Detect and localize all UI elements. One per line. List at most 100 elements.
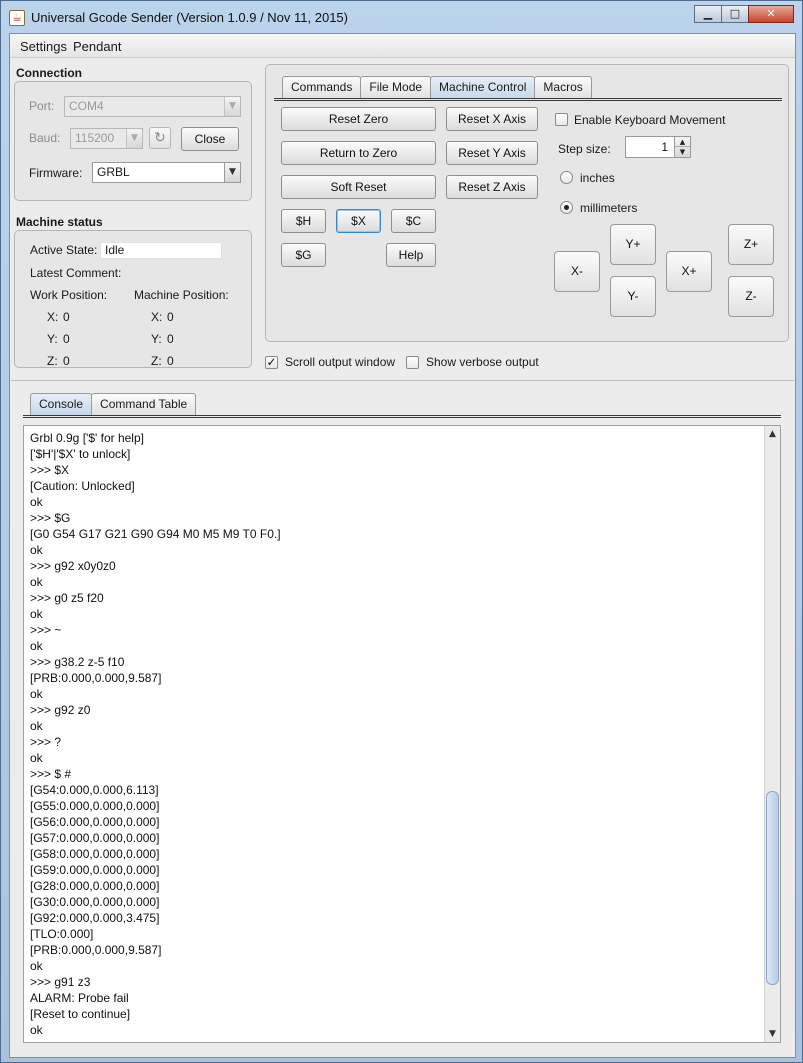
check-mode-button[interactable]: $C <box>391 209 436 233</box>
console-line: >>> ? <box>30 735 62 749</box>
scroll-up-icon[interactable]: ▲ <box>765 426 780 442</box>
machine-z-label: Z: <box>151 354 162 368</box>
active-state-label: Active State: <box>30 243 98 257</box>
menu-settings[interactable]: Settings <box>20 39 67 54</box>
enable-keyboard-checkbox[interactable] <box>555 113 568 126</box>
reset-y-axis-button[interactable]: Reset Y Axis <box>446 141 538 165</box>
unlock-command-button[interactable]: $X <box>336 209 381 233</box>
soft-reset-button[interactable]: Soft Reset <box>281 175 436 199</box>
enable-keyboard-label: Enable Keyboard Movement <box>574 113 726 127</box>
console-line: [PRB:0.000,0.000,9.587] <box>30 671 162 685</box>
machine-y-value: 0 <box>167 332 174 346</box>
reset-zero-button[interactable]: Reset Zero <box>281 107 436 131</box>
reset-z-axis-button[interactable]: Reset Z Axis <box>446 175 538 199</box>
step-size-spinner[interactable]: 1 ▲ ▼ <box>625 136 691 158</box>
machine-status-title: Machine status <box>16 215 103 229</box>
console-line: Grbl 0.9g ['$' for help] <box>30 431 144 445</box>
console-line: [TLO:0.000] <box>30 927 94 941</box>
scroll-down-icon[interactable]: ▼ <box>765 1026 780 1042</box>
window-title: Universal Gcode Sender (Version 1.0.9 / … <box>31 10 348 25</box>
console-line: >>> g0 z5 f20 <box>30 591 104 605</box>
active-state-value: Idle <box>100 242 222 259</box>
port-label: Port: <box>29 99 55 113</box>
menu-bar: Settings Pendant <box>10 34 795 58</box>
firmware-value: GRBL <box>97 165 130 179</box>
minimize-button[interactable]: ▁ <box>694 5 722 23</box>
latest-comment-label: Latest Comment: <box>30 266 122 280</box>
jog-z-plus-button[interactable]: Z+ <box>728 224 774 265</box>
work-position-label: Work Position: <box>30 288 108 302</box>
firmware-label: Firmware: <box>29 166 83 180</box>
help-button[interactable]: Help <box>386 243 436 267</box>
chevron-down-icon[interactable]: ▼ <box>675 147 690 157</box>
close-window-button[interactable]: ✕ <box>748 5 794 23</box>
console-line: [G30:0.000,0.000,0.000] <box>30 895 160 909</box>
chevron-down-icon: ▼ <box>224 163 240 182</box>
chevron-down-icon: ▼ <box>126 129 142 148</box>
console-line: [G28:0.000,0.000,0.000] <box>30 879 160 893</box>
refresh-ports-button[interactable]: ↻ <box>149 127 171 149</box>
console-line: >>> $G <box>30 511 71 525</box>
console-line: [Caution: Unlocked] <box>30 479 135 493</box>
scroll-output-checkbox[interactable]: ✓ <box>265 356 278 369</box>
port-select[interactable]: COM4 ▼ <box>64 96 241 117</box>
return-to-zero-button[interactable]: Return to Zero <box>281 141 436 165</box>
machine-y-label: Y: <box>151 332 162 346</box>
console-scrollbar[interactable]: ▲ ▼ <box>764 426 780 1042</box>
work-x-value: 0 <box>63 310 70 324</box>
console-line: [G57:0.000,0.000,0.000] <box>30 831 160 845</box>
work-x-label: X: <box>47 310 59 324</box>
inches-radio[interactable] <box>560 171 573 184</box>
console-line: [PRB:0.000,0.000,9.587] <box>30 943 162 957</box>
scroll-thumb[interactable] <box>766 791 779 985</box>
checkmark-icon: ✓ <box>266 355 277 369</box>
console-line: >>> $X <box>30 463 70 477</box>
millimeters-radio[interactable] <box>560 201 573 214</box>
console-line: ok <box>30 639 43 653</box>
work-y-value: 0 <box>63 332 70 346</box>
jog-y-minus-button[interactable]: Y- <box>610 276 656 317</box>
work-z-value: 0 <box>63 354 70 368</box>
work-z-label: Z: <box>47 354 58 368</box>
console-output[interactable]: Grbl 0.9g ['$' for help] ['$H'|'$X' to un… <box>23 425 781 1043</box>
tab-console[interactable]: Console <box>30 393 93 415</box>
console-line: >>> g91 z3 <box>30 975 91 989</box>
tab-file-mode[interactable]: File Mode <box>360 76 432 98</box>
step-size-value: 1 <box>661 140 668 154</box>
console-line: ok <box>30 959 43 973</box>
tab-machine-control[interactable]: Machine Control <box>430 76 536 98</box>
title-bar[interactable]: ☕ Universal Gcode Sender (Version 1.0.9 … <box>1 1 802 33</box>
tab-command-table[interactable]: Command Table <box>91 393 197 415</box>
jog-x-minus-button[interactable]: X- <box>554 251 600 292</box>
console-line: [Reset to continue] <box>30 1007 131 1021</box>
tab-macros[interactable]: Macros <box>534 76 592 98</box>
console-line: >>> $ # <box>30 767 72 781</box>
jog-y-plus-button[interactable]: Y+ <box>610 224 656 265</box>
reset-x-axis-button[interactable]: Reset X Axis <box>446 107 538 131</box>
verbose-output-checkbox[interactable] <box>406 356 419 369</box>
maximize-button[interactable]: □ <box>721 5 749 23</box>
console-line: [G59:0.000,0.000,0.000] <box>30 863 160 877</box>
menu-pendant[interactable]: Pendant <box>73 39 121 54</box>
console-line: [G54:0.000,0.000,6.113] <box>30 783 159 797</box>
home-command-button[interactable]: $H <box>281 209 326 233</box>
console-line: ok <box>30 575 43 589</box>
gcode-state-button[interactable]: $G <box>281 243 326 267</box>
jog-z-minus-button[interactable]: Z- <box>728 276 774 317</box>
tab-separator <box>274 98 782 101</box>
jog-x-plus-button[interactable]: X+ <box>666 251 712 292</box>
chevron-up-icon[interactable]: ▲ <box>675 137 690 147</box>
machine-x-label: X: <box>151 310 163 324</box>
firmware-select[interactable]: GRBL ▼ <box>92 162 241 183</box>
console-tab-separator <box>23 415 781 418</box>
machine-x-value: 0 <box>167 310 174 324</box>
baud-label: Baud: <box>29 131 61 145</box>
console-line: [G58:0.000,0.000,0.000] <box>30 847 160 861</box>
tab-commands[interactable]: Commands <box>282 76 362 98</box>
console-line: >>> g92 x0y0z0 <box>30 559 116 573</box>
console-line: ok <box>30 1023 43 1037</box>
machine-status-group: Active State: Idle Latest Comment: Work … <box>14 230 252 368</box>
console-line: [G56:0.000,0.000,0.000] <box>30 815 160 829</box>
baud-select[interactable]: 115200 ▼ <box>70 128 143 149</box>
close-connection-button[interactable]: Close <box>181 127 239 151</box>
